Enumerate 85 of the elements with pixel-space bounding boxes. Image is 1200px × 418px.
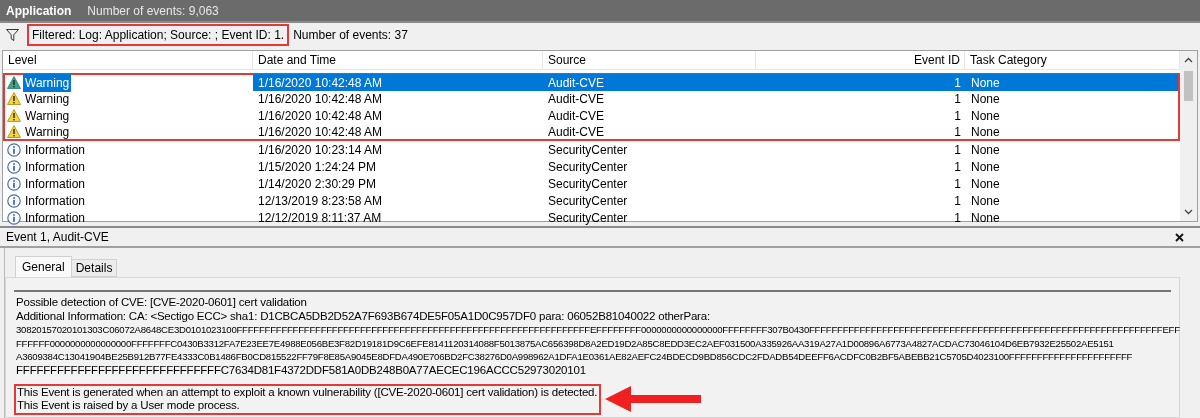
scrollbar[interactable] (1180, 51, 1197, 221)
event-row[interactable]: Warning 1/16/2020 10:42:48 AM Audit-CVE 1 None (3, 73, 1180, 90)
source-cell-text: SecurityCenter (547, 209, 629, 227)
event-note: This Event is generated when an attempt to exploit a known vulnerability ([CVE-2020-0601] cert validation) is detected. (17, 385, 598, 400)
scroll-up-icon[interactable] (1184, 57, 1193, 63)
event-description: FFFFFFFFFFFFFFFFFFFFFFFFFFFFFFC7634D81F4372DDF581A0DB248B0A77AECEC196ACCC52973020101 (16, 363, 586, 378)
category-cell-text: None (970, 123, 1001, 141)
event-id-cell-text: 1 (953, 175, 962, 193)
event-description: A3609384C13041904BE25B912B77FE4333C0B1486FB0CD815522FF79F8E85A9045E8DFDA490E706BD2FC38276D0A998962A1DFA1E0361AE82AEFC24BDECD9BD856CDC2FDADB54DEEFF6ACDFC0B2BF5ABEBB21C5705D4023100FFFFFFFFFFFFFFFFFFFFFF (16, 350, 1133, 364)
scroll-thumb[interactable] (1184, 71, 1193, 101)
tab[interactable]: Details (71, 259, 118, 277)
info-icon (7, 193, 21, 208)
source-cell-text: Audit-CVE (547, 90, 606, 108)
event-description: Possible detection of CVE: [CVE-2020-0601] cert validation (16, 296, 307, 310)
column-header[interactable]: Source (543, 51, 756, 69)
date-cell-text: 12/12/2019 8:11:37 AM (257, 209, 383, 227)
source-cell-text: Audit-CVE (547, 123, 606, 141)
warning-icon (7, 92, 21, 105)
log-title: Application (6, 2, 72, 20)
info-icon (7, 142, 21, 157)
event-row[interactable]: Warning 1/16/2020 10:42:48 AM Audit-CVE 1 None (3, 124, 1180, 141)
column-header[interactable]: Date and Time (253, 51, 543, 69)
event-row[interactable]: Information 1/14/2020 2:30:29 PM SecurityCenter 1 None (3, 175, 1180, 192)
event-id-cell-text: 1 (953, 90, 962, 108)
date-cell-text: 1/16/2020 10:42:48 AM (257, 74, 384, 92)
scroll-down-icon[interactable] (1184, 209, 1193, 215)
date-cell-text: 1/16/2020 10:42:48 AM (257, 90, 384, 108)
warning-icon (7, 125, 21, 138)
event-id-cell-text: 1 (953, 158, 962, 176)
date-cell-text: 1/16/2020 10:42:48 AM (257, 107, 384, 125)
warning-icon (7, 76, 21, 89)
filtered-count: Number of events: 37 (293, 27, 408, 44)
column-header[interactable]: Event ID (756, 51, 965, 69)
category-cell-text: None (970, 158, 1001, 176)
source-cell-text: Audit-CVE (547, 107, 606, 125)
source-cell-text: SecurityCenter (547, 175, 629, 193)
level-cell-text: Information (24, 158, 87, 176)
event-id-cell-text: 1 (953, 107, 962, 125)
category-cell-text: None (970, 107, 1001, 125)
filter-icon (6, 29, 19, 41)
source-cell-text: Audit-CVE (547, 74, 606, 92)
level-cell-text: Information (24, 175, 87, 193)
tab[interactable]: General (15, 256, 72, 277)
event-note: This Event is raised by a User mode process. (17, 399, 241, 413)
category-cell-text: None (970, 90, 1001, 108)
info-icon (7, 176, 21, 191)
level-cell: Warning (23, 73, 72, 92)
date-cell-text: 1/15/2020 1:24:24 PM (257, 158, 378, 176)
date-cell-text: 12/13/2019 8:23:58 AM (257, 192, 384, 210)
event-id-cell-text: 1 (953, 141, 962, 159)
event-description: Additional Information: CA: <Sectigo ECC> sha1: D1CBCA5DB2D52A7F693B674DE5F05A1D0C957DF0 para: 06052B81040022 otherPara: (16, 309, 710, 324)
close-icon[interactable] (1175, 232, 1184, 242)
source-cell-text: SecurityCenter (547, 141, 629, 159)
warning-icon (7, 109, 21, 122)
level-cell-text: Information (24, 192, 87, 210)
category-cell-text: None (970, 192, 1001, 210)
level-cell-text: Warning (24, 90, 71, 108)
date-cell-text: 1/14/2020 2:30:29 PM (257, 175, 378, 193)
event-row[interactable]: Information 1/16/2020 10:23:14 AM SecurityCenter 1 None (3, 141, 1180, 158)
category-cell-text: None (970, 175, 1001, 193)
level-cell-text: Information (24, 141, 87, 159)
event-row[interactable]: Information 12/12/2019 8:11:37 AM SecurityCenter 1 None (3, 209, 1180, 226)
level-cell-text: Warning (24, 107, 71, 125)
event-id-cell-text: 1 (953, 74, 962, 92)
event-id-cell-text: 1 (953, 209, 962, 227)
category-cell-text: None (970, 74, 1001, 92)
info-icon (7, 159, 21, 174)
category-cell-text: None (970, 209, 1001, 227)
source-cell-text: SecurityCenter (547, 192, 629, 210)
event-description: FFFFFF0000000000000000FFFFFFFC0430B3312FA7E23EE7E4988E056BE3F82D19181D9C6EFE8141120314088F5013875AC656398D8A2ED19D2A85C8EDD3EC2AEF031500A335926AA319A27A1D00896A6773A4827ACDAC73046104D6EB7932E25502AE5151 (16, 336, 1114, 351)
source-cell-text: SecurityCenter (547, 158, 629, 176)
category-cell-text: None (970, 141, 1001, 159)
event-id-cell-text: 1 (953, 192, 962, 210)
event-id-cell-text: 1 (953, 123, 962, 141)
event-count: Number of events: 9,063 (87, 2, 219, 20)
level-cell-text: Information (24, 209, 87, 227)
column-header[interactable]: Level (3, 51, 253, 69)
date-cell-text: 1/16/2020 10:23:14 AM (257, 141, 384, 159)
date-cell-text: 1/16/2020 10:42:48 AM (257, 123, 384, 141)
event-row[interactable]: Information 1/15/2020 1:24:24 PM SecurityCenter 1 None (3, 158, 1180, 175)
detail-title: Event 1, Audit-CVE (6, 229, 109, 246)
filter-text: Filtered: Log: Application; Source: ; Event ID: 1. (27, 24, 290, 46)
event-description: 30820157020101303C06072A8648CE3D0101023100FFFFFFFFFFFFFFFFFFFFFFFFFFFFFFFFFFFFFFFFFFFFFFFFFFFFFFFFFFFFFFFEFFFFFFFF0000000000000000FFFFFFFF307B0430FFFFFFFFFFFFFFFFFFFFFFFFFFFFFFFFFFFFFFFFFFFFFFFFFFFFFFFFFFFFFFFEFF (16, 323, 1180, 337)
level-cell-text: Warning (24, 123, 71, 141)
event-row[interactable]: Information 12/13/2019 8:23:58 AM SecurityCenter 1 None (3, 192, 1180, 209)
